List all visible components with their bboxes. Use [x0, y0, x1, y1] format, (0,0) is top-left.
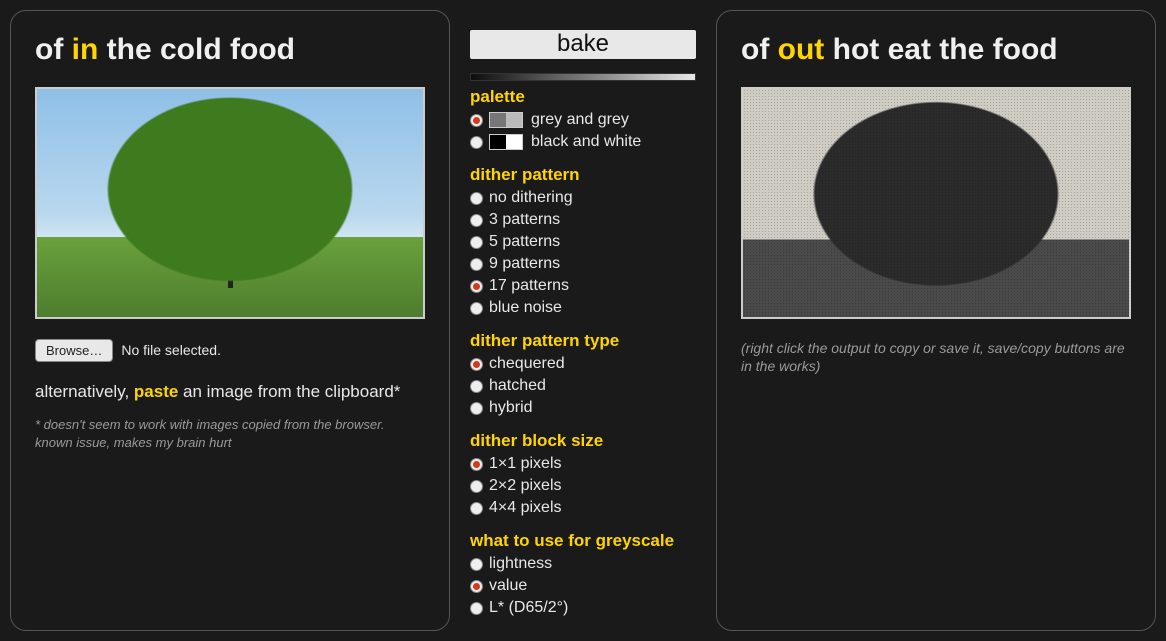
- option-3-patterns[interactable]: 3 patterns: [470, 209, 696, 231]
- palette-swatch: [489, 112, 523, 128]
- group-dither-pattern-type: dither pattern type chequeredhatchedhybri…: [470, 331, 696, 419]
- option-label: hatched: [489, 376, 546, 396]
- radio-icon[interactable]: [470, 258, 483, 271]
- option-4-4-pixels[interactable]: 4×4 pixels: [470, 497, 696, 519]
- input-panel: of in the cold food Browse… No file sele…: [10, 10, 450, 631]
- option-chequered[interactable]: chequered: [470, 353, 696, 375]
- group-title: what to use for greyscale: [470, 531, 696, 551]
- browse-button[interactable]: Browse…: [35, 339, 113, 362]
- option-5-patterns[interactable]: 5 patterns: [470, 231, 696, 253]
- input-panel-title: of in the cold food: [35, 31, 425, 69]
- radio-icon[interactable]: [470, 214, 483, 227]
- bake-button[interactable]: bake: [470, 30, 696, 59]
- output-image[interactable]: [741, 87, 1131, 319]
- title-post: hot eat the food: [824, 33, 1057, 66]
- radio-icon[interactable]: [470, 280, 483, 293]
- radio-icon[interactable]: [470, 380, 483, 393]
- option-label: no dithering: [489, 188, 573, 208]
- option-label: blue noise: [489, 298, 562, 318]
- option-grey-and-grey[interactable]: grey and grey: [470, 109, 696, 131]
- option-label: lightness: [489, 554, 552, 574]
- radio-icon[interactable]: [470, 358, 483, 371]
- paste-footnote: * doesn't seem to work with images copie…: [35, 416, 425, 451]
- group-title: dither pattern: [470, 165, 696, 185]
- option-2-2-pixels[interactable]: 2×2 pixels: [470, 475, 696, 497]
- radio-icon[interactable]: [470, 502, 483, 515]
- title-highlight: in: [72, 33, 99, 66]
- title-pre: of: [741, 33, 778, 66]
- palette-swatch: [489, 134, 523, 150]
- group-dither-block-size: dither block size 1×1 pixels2×2 pixels4×4…: [470, 431, 696, 519]
- option-label: 4×4 pixels: [489, 498, 562, 518]
- group-title: dither block size: [470, 431, 696, 451]
- gradient-preview: [470, 73, 696, 81]
- radio-icon[interactable]: [470, 480, 483, 493]
- title-pre: of: [35, 33, 72, 66]
- option-label: black and white: [531, 132, 641, 152]
- option-label: L* (D65/2°): [489, 598, 568, 618]
- title-post: the cold food: [98, 33, 295, 66]
- option-hybrid[interactable]: hybrid: [470, 397, 696, 419]
- option-label: 1×1 pixels: [489, 454, 562, 474]
- option-label: grey and grey: [531, 110, 629, 130]
- radio-icon[interactable]: [470, 136, 483, 149]
- option-lightness[interactable]: lightness: [470, 553, 696, 575]
- option-label: 17 patterns: [489, 276, 569, 296]
- group-palette: palette grey and greyblack and white: [470, 87, 696, 153]
- option-17-patterns[interactable]: 17 patterns: [470, 275, 696, 297]
- radio-icon[interactable]: [470, 192, 483, 205]
- radio-icon[interactable]: [470, 302, 483, 315]
- paste-keyword: paste: [134, 382, 178, 401]
- option-9-patterns[interactable]: 9 patterns: [470, 253, 696, 275]
- option-l-d65-2-[interactable]: L* (D65/2°): [470, 597, 696, 619]
- radio-icon[interactable]: [470, 402, 483, 415]
- output-panel-title: of out hot eat the food: [741, 31, 1131, 69]
- group-greyscale: what to use for greyscale lightnessvalueL…: [470, 531, 696, 619]
- radio-icon[interactable]: [470, 602, 483, 615]
- controls-column: bake palette grey and greyblack and white…: [470, 10, 696, 631]
- group-title: palette: [470, 87, 696, 107]
- option-1-1-pixels[interactable]: 1×1 pixels: [470, 453, 696, 475]
- option-black-and-white[interactable]: black and white: [470, 131, 696, 153]
- file-status: No file selected.: [121, 342, 221, 358]
- group-dither-pattern: dither pattern no dithering3 patterns5 pa…: [470, 165, 696, 319]
- option-hatched[interactable]: hatched: [470, 375, 696, 397]
- option-value[interactable]: value: [470, 575, 696, 597]
- title-highlight: out: [778, 33, 825, 66]
- radio-icon[interactable]: [470, 114, 483, 127]
- option-label: 3 patterns: [489, 210, 560, 230]
- paste-hint: alternatively, paste an image from the c…: [35, 380, 425, 405]
- radio-icon[interactable]: [470, 458, 483, 471]
- option-label: value: [489, 576, 527, 596]
- radio-icon[interactable]: [470, 236, 483, 249]
- radio-icon[interactable]: [470, 580, 483, 593]
- option-no-dithering[interactable]: no dithering: [470, 187, 696, 209]
- output-panel: of out hot eat the food (right click the…: [716, 10, 1156, 631]
- option-label: 5 patterns: [489, 232, 560, 252]
- output-hint: (right click the output to copy or save …: [741, 339, 1131, 377]
- group-title: dither pattern type: [470, 331, 696, 351]
- radio-icon[interactable]: [470, 558, 483, 571]
- input-image[interactable]: [35, 87, 425, 319]
- option-label: hybrid: [489, 398, 533, 418]
- option-label: chequered: [489, 354, 565, 374]
- option-label: 9 patterns: [489, 254, 560, 274]
- option-blue-noise[interactable]: blue noise: [470, 297, 696, 319]
- option-label: 2×2 pixels: [489, 476, 562, 496]
